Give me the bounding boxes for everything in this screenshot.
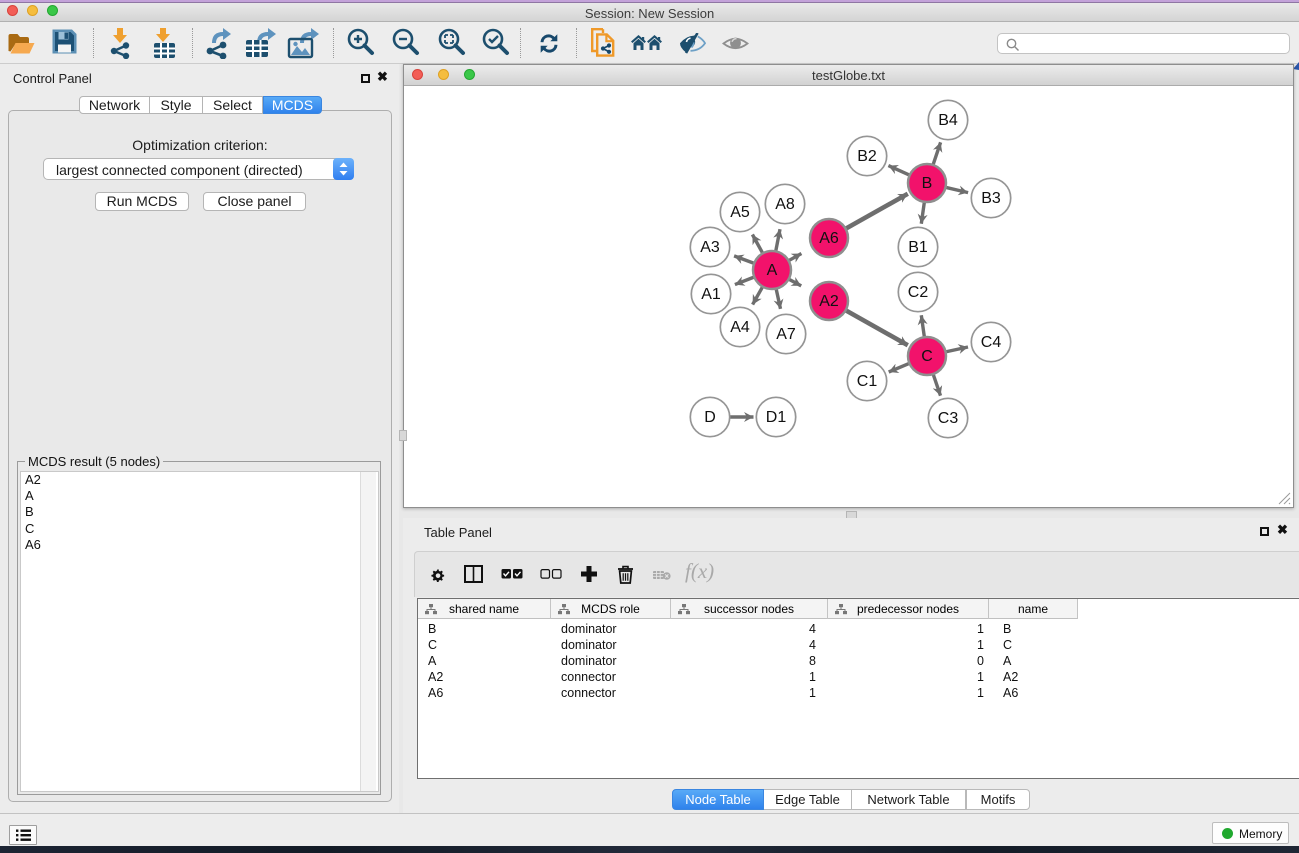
- svg-text:D: D: [704, 409, 716, 426]
- svg-text:A4: A4: [730, 319, 750, 336]
- svg-text:A3: A3: [700, 239, 720, 256]
- svg-text:C2: C2: [908, 284, 929, 301]
- svg-text:B2: B2: [857, 148, 877, 165]
- svg-text:A1: A1: [701, 286, 721, 303]
- svg-text:D1: D1: [766, 409, 787, 426]
- svg-text:A6: A6: [819, 230, 839, 247]
- svg-text:B3: B3: [981, 190, 1001, 207]
- svg-text:B1: B1: [908, 239, 928, 256]
- svg-text:A7: A7: [776, 326, 796, 343]
- svg-text:A5: A5: [730, 204, 750, 221]
- svg-text:C3: C3: [938, 410, 959, 427]
- svg-text:C4: C4: [981, 334, 1002, 351]
- svg-text:A8: A8: [775, 196, 795, 213]
- svg-text:C1: C1: [857, 373, 878, 390]
- svg-text:C: C: [921, 348, 933, 365]
- svg-text:B: B: [922, 175, 933, 192]
- svg-text:A2: A2: [819, 293, 839, 310]
- svg-text:B4: B4: [938, 112, 958, 129]
- svg-text:A: A: [767, 262, 778, 279]
